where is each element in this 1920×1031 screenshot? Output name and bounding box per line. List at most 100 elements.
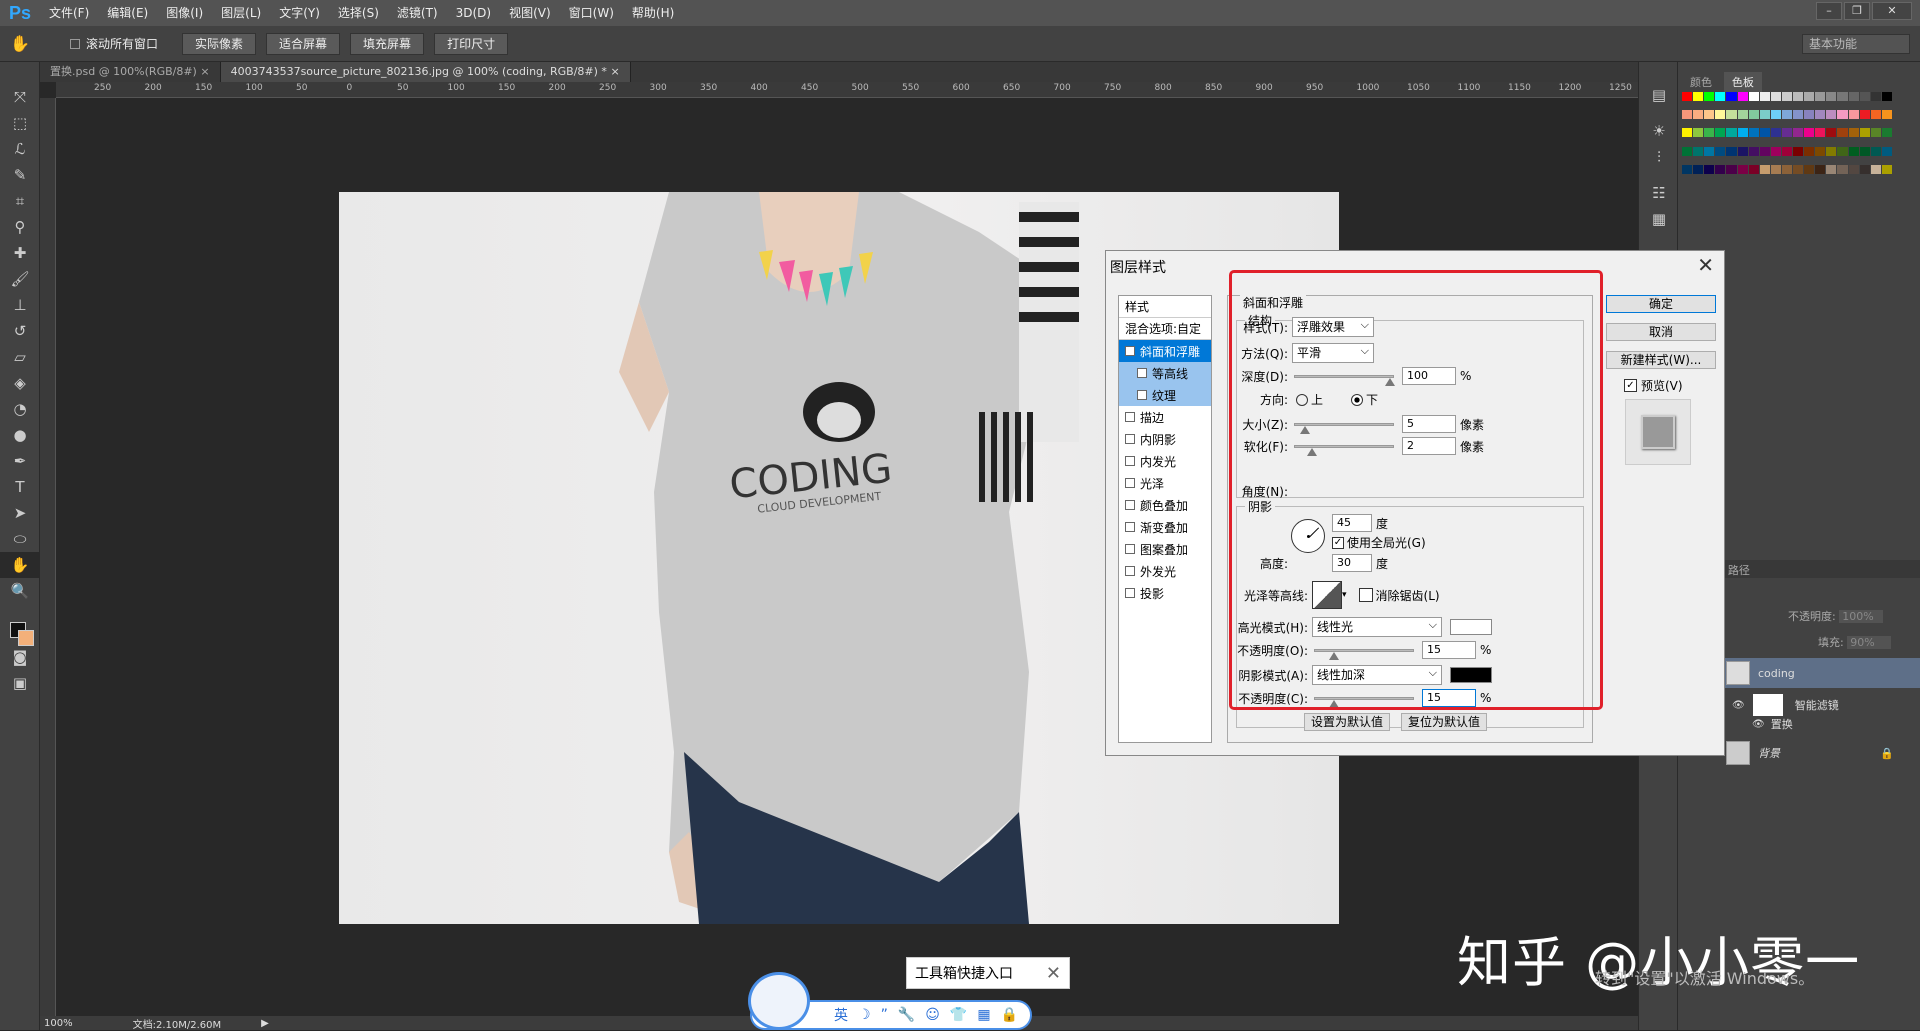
effect-checkbox[interactable]: [1137, 390, 1147, 400]
color-swatch[interactable]: [1781, 128, 1793, 138]
color-swatch[interactable]: [1848, 110, 1859, 120]
color-swatch[interactable]: [1693, 164, 1704, 174]
styles-header[interactable]: 样式: [1119, 296, 1211, 318]
color-swatch[interactable]: [1682, 146, 1693, 156]
effect-checkbox[interactable]: [1125, 544, 1135, 554]
effect-checkbox[interactable]: [1125, 434, 1135, 444]
actual-pixels-button[interactable]: 实际像素: [182, 32, 257, 55]
history-brush-icon[interactable]: ↺: [0, 318, 40, 344]
quote-icon[interactable]: ”: [881, 1007, 888, 1023]
color-swatch[interactable]: [1870, 128, 1881, 138]
close-icon[interactable]: ✕: [1697, 253, 1714, 277]
effect-item[interactable]: 内发光: [1119, 450, 1211, 472]
color-swatch[interactable]: [1770, 146, 1781, 156]
menu-filter[interactable]: 滤镜(T): [388, 0, 447, 26]
color-swatch[interactable]: [1837, 110, 1848, 120]
effect-checkbox[interactable]: [1125, 478, 1135, 488]
tab-swatches[interactable]: 色板: [1723, 72, 1762, 92]
color-swatch[interactable]: [1815, 164, 1826, 174]
color-swatch[interactable]: [1748, 110, 1759, 120]
layer-row-background[interactable]: 背景 🔒: [1720, 738, 1920, 768]
make-default-button[interactable]: 设置为默认值: [1304, 713, 1390, 731]
effect-checkbox[interactable]: [1125, 588, 1135, 598]
menu-3d[interactable]: 3D(D): [447, 0, 500, 26]
color-swatch[interactable]: [1781, 146, 1793, 156]
effect-item[interactable]: 纹理: [1119, 384, 1211, 406]
tab-paths[interactable]: 路径: [1720, 560, 1758, 580]
color-swatch[interactable]: [1770, 110, 1781, 120]
background-color-icon[interactable]: [18, 630, 34, 646]
color-swatch[interactable]: [1837, 92, 1848, 101]
effect-checkbox[interactable]: [1137, 368, 1147, 378]
color-swatch[interactable]: [1693, 146, 1704, 156]
color-swatch[interactable]: [1770, 164, 1781, 174]
color-swatch[interactable]: [1726, 110, 1737, 120]
zoom-level[interactable]: 100%: [44, 1018, 73, 1029]
brush-tool-icon[interactable]: 🖌: [0, 266, 40, 292]
color-swatch[interactable]: [1804, 128, 1815, 138]
preview-checkbox[interactable]: ✓: [1624, 379, 1637, 392]
color-swatch[interactable]: [1870, 92, 1881, 101]
color-swatch[interactable]: [1737, 128, 1748, 138]
color-swatch[interactable]: [1682, 110, 1693, 120]
menu-window[interactable]: 窗口(W): [560, 0, 623, 26]
color-swatch[interactable]: [1781, 110, 1793, 120]
close-window-button[interactable]: ✕: [1872, 2, 1912, 20]
lasso-tool-icon[interactable]: ℒ: [0, 136, 40, 162]
scroll-all-checkbox[interactable]: [70, 38, 80, 49]
healing-tool-icon[interactable]: ✚: [0, 240, 40, 266]
close-icon[interactable]: ×: [200, 65, 209, 78]
moon-icon[interactable]: ☽: [858, 1007, 871, 1023]
effect-checkbox[interactable]: [1125, 566, 1135, 576]
stamp-tool-icon[interactable]: ⊥: [0, 292, 40, 318]
paint-bucket-icon[interactable]: ◈: [0, 370, 40, 396]
color-swatch[interactable]: [1682, 128, 1693, 138]
print-size-button[interactable]: 打印尺寸: [434, 32, 509, 55]
color-swatch[interactable]: [1848, 128, 1859, 138]
swatch-grid[interactable]: [1682, 92, 1892, 182]
eye-icon[interactable]: 👁: [1732, 700, 1745, 711]
new-style-button[interactable]: 新建样式(W)...: [1606, 351, 1716, 369]
color-swatch[interactable]: [1759, 164, 1770, 174]
effect-checkbox[interactable]: [1125, 412, 1135, 422]
color-swatch[interactable]: [1715, 128, 1726, 138]
color-swatch[interactable]: [1793, 128, 1804, 138]
menu-select[interactable]: 选择(S): [329, 0, 388, 26]
color-swatch[interactable]: [1881, 92, 1892, 101]
color-swatch[interactable]: [1682, 164, 1693, 174]
ok-button[interactable]: 确定: [1606, 295, 1716, 313]
color-swatch[interactable]: [1881, 146, 1892, 156]
color-swatch[interactable]: [1848, 164, 1859, 174]
color-swatch[interactable]: [1759, 110, 1770, 120]
quick-select-tool-icon[interactable]: ✎: [0, 162, 40, 188]
color-swatch[interactable]: [1870, 164, 1881, 174]
ime-avatar[interactable]: [748, 972, 810, 1030]
effect-item[interactable]: 描边: [1119, 406, 1211, 428]
properties-panel-icon[interactable]: ☷: [1639, 180, 1679, 206]
color-swatch[interactable]: [1704, 92, 1715, 101]
menu-image[interactable]: 图像(I): [157, 0, 212, 26]
effect-item[interactable]: 内阴影: [1119, 428, 1211, 450]
zoom-tool-icon[interactable]: 🔍: [0, 578, 40, 604]
type-tool-icon[interactable]: T: [0, 474, 40, 500]
color-swatch[interactable]: [1837, 128, 1848, 138]
path-select-icon[interactable]: ➤: [0, 500, 40, 526]
color-swatch[interactable]: [1726, 146, 1737, 156]
color-swatch[interactable]: [1837, 146, 1848, 156]
histogram-panel-icon[interactable]: ⫶: [1639, 144, 1679, 170]
dodge-tool-icon[interactable]: ●: [0, 422, 40, 448]
color-swatch[interactable]: [1826, 128, 1837, 138]
menu-type[interactable]: 文字(Y): [270, 0, 329, 26]
color-swatch[interactable]: [1881, 110, 1892, 120]
smile-icon[interactable]: ☺: [925, 1007, 940, 1023]
menu-help[interactable]: 帮助(H): [623, 0, 683, 26]
color-swatch[interactable]: [1826, 146, 1837, 156]
effect-checkbox[interactable]: [1125, 456, 1135, 466]
color-swatch[interactable]: [1815, 146, 1826, 156]
restore-button[interactable]: ❐: [1844, 2, 1870, 20]
crop-tool-icon[interactable]: ⌗: [0, 188, 40, 214]
effect-checkbox[interactable]: ✓: [1125, 346, 1135, 356]
history-panel-icon[interactable]: ▤: [1639, 82, 1679, 108]
color-swatch[interactable]: [1704, 128, 1715, 138]
color-swatch[interactable]: [1859, 164, 1870, 174]
